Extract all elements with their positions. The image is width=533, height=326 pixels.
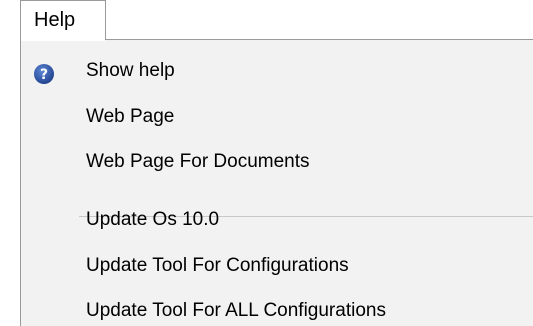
menu-item-label: Web Page For Documents bbox=[86, 151, 310, 172]
menu-item-web-page-documents[interactable]: Web Page For Documents bbox=[21, 142, 533, 182]
help-dropdown-menu: ? Show help Web Page Web Page For Docume… bbox=[20, 39, 533, 326]
menu-help[interactable]: Help bbox=[20, 0, 106, 40]
menu-bar: Help bbox=[0, 0, 533, 40]
menu-item-web-page[interactable]: Web Page bbox=[21, 97, 533, 137]
menu-item-label: Web Page bbox=[86, 106, 175, 127]
svg-text:?: ? bbox=[40, 67, 48, 83]
menu-item-update-tool-configurations[interactable]: Update Tool For Configurations bbox=[21, 246, 533, 286]
menu-item-update-tool-all-configurations[interactable]: Update Tool For ALL Configurations bbox=[21, 291, 533, 326]
menu-item-show-help[interactable]: ? Show help bbox=[21, 51, 533, 91]
menu-title-joint bbox=[21, 39, 105, 41]
menu-item-update-os[interactable]: Update Os 10.0 bbox=[21, 200, 533, 240]
menu-item-label: Update Os 10.0 bbox=[86, 209, 220, 230]
menu-item-label: Update Tool For ALL Configurations bbox=[86, 300, 386, 321]
menu-item-label: Show help bbox=[86, 60, 175, 81]
menu-item-label: Update Tool For Configurations bbox=[86, 255, 349, 276]
app-root: Help ? Show help Web Page Web Page For D… bbox=[0, 0, 533, 326]
help-question-icon: ? bbox=[33, 60, 55, 84]
